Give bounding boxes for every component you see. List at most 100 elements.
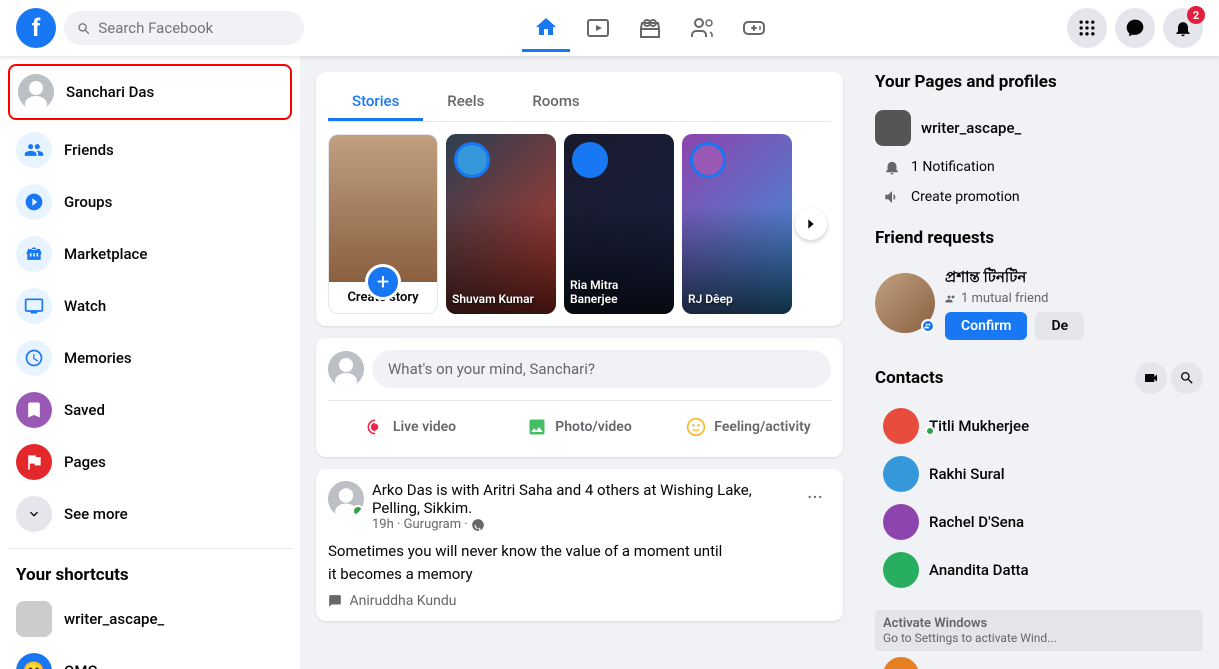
story-ria[interactable]: Ria Mitra Banerjee [564, 134, 674, 314]
profile-link[interactable]: Sanchari Das [8, 64, 292, 120]
tab-stories[interactable]: Stories [328, 84, 423, 121]
contacts-title: Contacts [875, 368, 943, 388]
nav-groups[interactable] [678, 4, 726, 52]
story-rjdeep[interactable]: RJ Dêep [682, 134, 792, 314]
sidebar-item-saved[interactable]: Saved [8, 384, 292, 436]
contact-anandita[interactable]: Anandita Datta [875, 546, 1203, 594]
notifications-button[interactable]: 2 [1163, 8, 1203, 48]
post-actions: Live video Photo/video Feeling/activity [328, 400, 831, 445]
saved-icon [16, 392, 52, 428]
friend-req-name: প্রশান্ত টিনটিন [945, 266, 1203, 291]
nav-gaming[interactable] [730, 4, 778, 52]
post-text-line1: Sometimes you will never know the value … [328, 540, 831, 563]
contacts-header: Contacts [875, 362, 1203, 394]
story-avatar-shuvam [454, 142, 490, 178]
nav-video[interactable] [574, 4, 622, 52]
contact-titli[interactable]: Titli Mukherjee [875, 402, 1203, 450]
friend-mutual-count: 1 mutual friend [945, 291, 1203, 306]
contact-name-rakhi: Rakhi Sural [929, 465, 1005, 483]
sidebar-item-watch[interactable]: Watch [8, 280, 292, 332]
friend-requests-section: Friend requests প্রশান্ত টিনটিন 1 mutual… [875, 228, 1203, 346]
sidebar-item-friends[interactable]: Friends [8, 124, 292, 176]
post-author-name: Arko Das [372, 481, 433, 499]
live-video-button[interactable]: Live video [328, 409, 493, 445]
apps-button[interactable] [1067, 8, 1107, 48]
contact-avatar-container [883, 408, 919, 444]
contact-nusrat-avatar-container [883, 657, 919, 669]
stories-next-button[interactable] [795, 208, 827, 240]
post-text: Sometimes you will never know the value … [328, 540, 831, 585]
contact-rachel[interactable]: Rachel D'Sena [875, 498, 1203, 546]
tab-rooms[interactable]: Rooms [508, 84, 603, 121]
tab-reels[interactable]: Reels [423, 84, 508, 121]
post-others-count: 4 others [585, 481, 640, 499]
post-author-avatar [328, 481, 364, 517]
post-user-info: Arko Das is with Aritri Saha and 4 other… [372, 481, 791, 532]
messenger-button[interactable] [1115, 8, 1155, 48]
post-time: 19h [372, 517, 394, 532]
header-right: 2 [963, 8, 1203, 48]
contact-avatar-rachel [883, 504, 919, 540]
contact-avatar-titli [883, 408, 919, 444]
facebook-logo: f [16, 8, 56, 48]
create-promotion-item[interactable]: Create promotion [875, 182, 1203, 212]
contact-avatar-rakhi [883, 456, 919, 492]
post-commenter: Aniruddha Kundu [328, 593, 831, 609]
friend-requests-title: Friend requests [875, 228, 1203, 248]
post-others-link[interactable]: 4 others [585, 481, 640, 499]
contact-rakhi[interactable]: Rakhi Sural [875, 450, 1203, 498]
post-with-link[interactable]: Aritri Saha [483, 481, 552, 499]
see-more-icon [16, 496, 52, 532]
search-contacts-button[interactable] [1171, 362, 1203, 394]
photo-video-button[interactable]: Photo/video [497, 409, 662, 445]
post-meta: 19h · Gurugram · [372, 517, 791, 532]
activate-windows-banner: Activate Windows Go to Settings to activ… [875, 610, 1203, 651]
pages-profile-item[interactable]: writer_ascape_ [875, 104, 1203, 152]
friend-actions: Confirm De [945, 312, 1203, 340]
shortcut-writer-ascape[interactable]: writer_ascape_ [8, 593, 292, 645]
delete-button[interactable]: De [1035, 312, 1084, 340]
photo-video-label: Photo/video [555, 419, 632, 435]
see-more-button[interactable]: See more [8, 488, 292, 540]
live-video-label: Live video [393, 419, 456, 435]
sidebar-item-memories[interactable]: Memories [8, 332, 292, 384]
post-box: What's on your mind, Sanchari? Live vide… [316, 338, 843, 457]
post-username: Arko Das is with Aritri Saha and 4 other… [372, 481, 791, 517]
story-avatar-ria [572, 142, 608, 178]
pages-profile-name: writer_ascape_ [921, 119, 1021, 137]
new-video-call-button[interactable] [1135, 362, 1167, 394]
watch-label: Watch [64, 297, 106, 315]
activate-windows-subtitle: Go to Settings to activate Wind... [883, 631, 1195, 645]
sidebar-item-pages[interactable]: Pages [8, 436, 292, 488]
nav-home[interactable] [522, 4, 570, 52]
post-input[interactable]: What's on your mind, Sanchari? [372, 350, 831, 388]
sidebar-item-groups[interactable]: Groups [8, 176, 292, 228]
search-input[interactable] [98, 19, 292, 37]
mutual-icon [945, 293, 957, 305]
left-sidebar: Sanchari Das Friends Groups Marketplace … [0, 56, 300, 669]
see-more-label: See more [64, 505, 128, 523]
contact-name-anandita: Anandita Datta [929, 561, 1029, 579]
activate-windows-title: Activate Windows [883, 616, 1195, 631]
search-bar-container[interactable] [64, 11, 304, 45]
post-header: Arko Das is with Aritri Saha and 4 other… [328, 481, 831, 532]
profile-name: Sanchari Das [66, 83, 154, 101]
friends-label: Friends [64, 141, 114, 159]
create-story-item[interactable]: + Create story [328, 134, 438, 314]
friend-req-info: প্রশান্ত টিনটিন 1 mutual friend Confirm … [945, 266, 1203, 340]
stories-card: Stories Reels Rooms + Create story Shuva… [316, 72, 843, 326]
contact-nusrat[interactable]: Nusrat Nowshaba [875, 651, 1203, 669]
story-shuvam[interactable]: Shuvam Kumar [446, 134, 556, 314]
pages-notif-label: 1 Notification [911, 159, 995, 175]
header: f 2 [0, 0, 1219, 56]
mutual-friends-label: 1 mutual friend [961, 291, 1048, 306]
post-more-button[interactable]: ··· [799, 481, 831, 513]
confirm-button[interactable]: Confirm [945, 312, 1027, 340]
feed-post: Arko Das is with Aritri Saha and 4 other… [316, 469, 843, 621]
sidebar-item-marketplace[interactable]: Marketplace [8, 228, 292, 280]
nav-marketplace[interactable] [626, 4, 674, 52]
feeling-button[interactable]: Feeling/activity [666, 409, 831, 445]
promotion-icon [883, 188, 901, 206]
shortcut-omg[interactable]: 😊 OMG [8, 645, 292, 669]
pages-notification-item[interactable]: 1 Notification [875, 152, 1203, 182]
